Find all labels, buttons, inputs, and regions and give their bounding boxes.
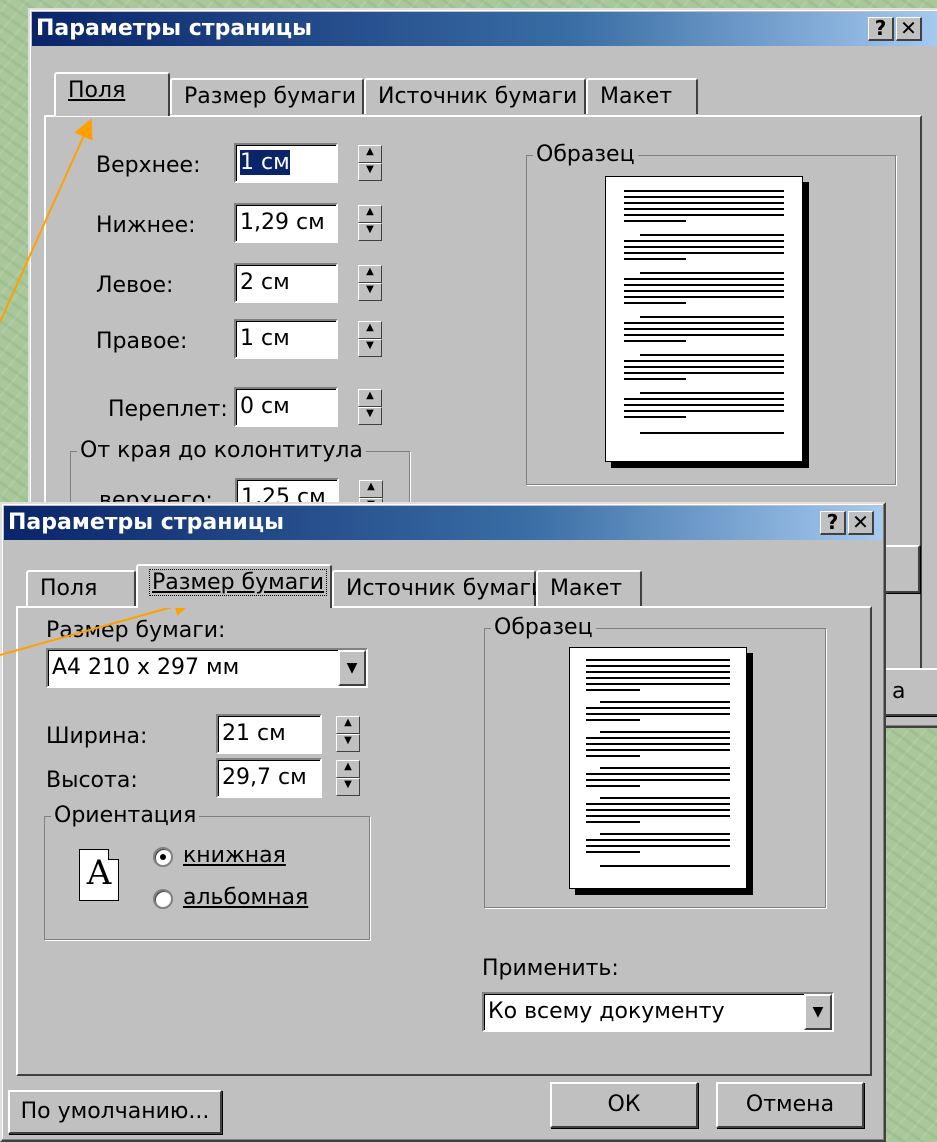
- tab-fields[interactable]: Поля: [26, 570, 136, 606]
- height-spinner[interactable]: ▲ ▼: [336, 760, 360, 796]
- back-cancel-button-partial[interactable]: а: [880, 668, 937, 716]
- back-partial-button[interactable]: [880, 545, 920, 593]
- tab-strip: Поля Размер бумаги Источник бумаги Макет: [44, 72, 744, 118]
- margin-left-input[interactable]: 2 см: [234, 263, 338, 303]
- dialog-title: Параметры страницы: [8, 510, 285, 535]
- portrait-radio[interactable]: [153, 847, 173, 867]
- margin-bottom-label: Нижнее:: [96, 213, 196, 238]
- preview-group: Образец: [484, 615, 826, 908]
- preview-page-lines: [624, 190, 784, 434]
- portrait-label[interactable]: книжная: [183, 843, 286, 868]
- orientation-icon: A: [79, 849, 119, 901]
- width-label: Ширина:: [46, 724, 148, 749]
- margin-top-input[interactable]: 1 см: [234, 143, 338, 183]
- margin-top-spinner[interactable]: ▲ ▼: [358, 145, 382, 181]
- tab-strip: Поля Размер бумаги Источник бумаги Макет: [16, 564, 716, 610]
- tab-paper-size[interactable]: Размер бумаги: [170, 78, 364, 114]
- apply-label: Применить:: [482, 956, 619, 981]
- chevron-down-icon[interactable]: ▼: [804, 994, 832, 1030]
- tab-fields[interactable]: Поля: [54, 72, 170, 116]
- margin-right-spinner[interactable]: ▲ ▼: [358, 321, 382, 357]
- dialog-titlebar[interactable]: Параметры страницы ? ✕: [4, 506, 882, 540]
- default-button[interactable]: По умолчанию...: [8, 1090, 222, 1134]
- back-cancel-button-label: а: [892, 679, 906, 704]
- width-spinner[interactable]: ▲ ▼: [336, 716, 360, 752]
- margin-right-label: Правое:: [96, 329, 188, 354]
- margin-left-spinner[interactable]: ▲ ▼: [358, 265, 382, 301]
- margin-bottom-spinner[interactable]: ▲ ▼: [358, 205, 382, 241]
- chevron-down-icon[interactable]: ▼: [338, 650, 366, 686]
- height-label: Высота:: [46, 768, 138, 793]
- preview-title: Образец: [533, 142, 638, 167]
- gutter-input[interactable]: 0 см: [234, 387, 338, 427]
- orientation-title: Ориентация: [51, 803, 200, 828]
- preview-page: [605, 176, 803, 462]
- preview-page-lines: [586, 659, 730, 867]
- gutter-label: Переплет:: [108, 397, 228, 422]
- cancel-button[interactable]: Отмена: [716, 1082, 864, 1128]
- paper-size-label: Размер бумаги:: [46, 618, 226, 643]
- landscape-radio[interactable]: [153, 889, 173, 909]
- orientation-group: Ориентация A книжная альбомная: [44, 803, 370, 940]
- help-button[interactable]: ?: [868, 17, 894, 41]
- paper-size-select[interactable]: A4 210 x 297 мм: [46, 648, 368, 688]
- tab-paper-size[interactable]: Размер бумаги: [136, 564, 332, 608]
- margin-right-input[interactable]: 1 см: [234, 319, 338, 359]
- tab-paper-size-label: Размер бумаги: [148, 569, 328, 596]
- width-input[interactable]: 21 см: [216, 714, 322, 754]
- tab-panel: Размер бумаги: A4 210 x 297 мм ▼ Ширина:…: [16, 606, 872, 1076]
- margin-top-label: Верхнее:: [96, 153, 201, 178]
- tab-layout[interactable]: Макет: [586, 78, 698, 114]
- page-setup-dialog-front: Параметры страницы ? ✕ Поля Размер бумаг…: [0, 502, 886, 1142]
- margin-top-value: 1 см: [240, 150, 290, 175]
- ok-button[interactable]: ОК: [550, 1082, 698, 1128]
- help-button[interactable]: ?: [820, 511, 846, 535]
- apply-select[interactable]: Ко всему документу: [482, 992, 834, 1032]
- landscape-label[interactable]: альбомная: [183, 885, 308, 910]
- close-icon[interactable]: ✕: [896, 17, 922, 41]
- preview-group: Образец: [526, 142, 896, 485]
- preview-title: Образец: [491, 615, 596, 640]
- preview-page: [569, 647, 747, 889]
- dialog-title: Параметры страницы: [36, 16, 313, 41]
- gutter-spinner[interactable]: ▲ ▼: [358, 389, 382, 425]
- dialog-titlebar[interactable]: Параметры страницы ? ✕: [32, 12, 937, 46]
- height-input[interactable]: 29,7 см: [216, 758, 322, 798]
- tab-paper-source[interactable]: Источник бумаги: [364, 78, 586, 114]
- header-distance-title: От края до колонтитула: [77, 438, 366, 463]
- margin-left-label: Левое:: [96, 273, 174, 298]
- margin-bottom-input[interactable]: 1,29 см: [234, 203, 338, 243]
- tab-layout[interactable]: Макет: [536, 570, 642, 606]
- tab-paper-source[interactable]: Источник бумаги: [332, 570, 545, 606]
- close-icon[interactable]: ✕: [848, 511, 874, 535]
